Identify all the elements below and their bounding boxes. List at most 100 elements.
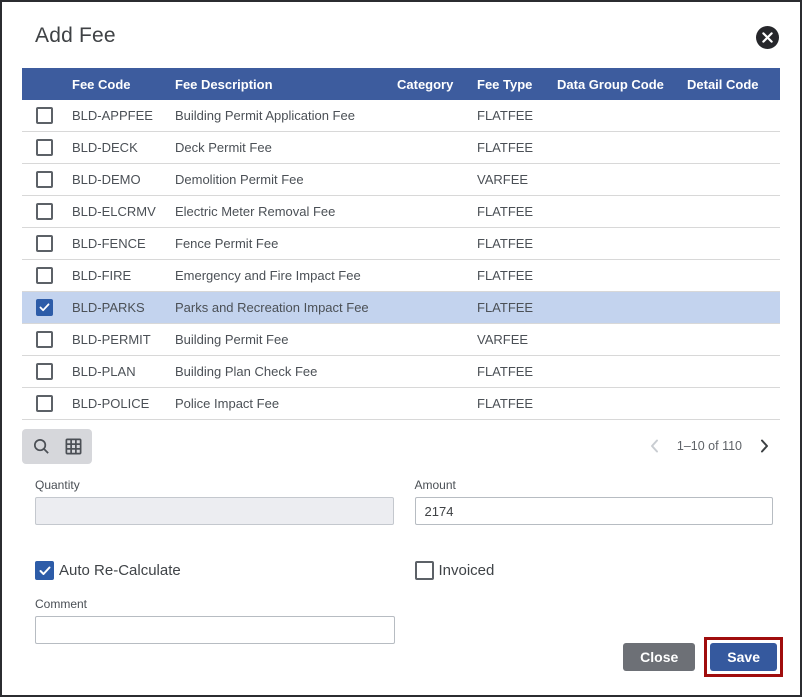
dialog-title: Add Fee — [35, 24, 780, 48]
row-checkbox-cell — [22, 107, 72, 124]
fee-description-cell: Parks and Recreation Impact Fee — [175, 300, 397, 315]
row-checkbox-cell — [22, 235, 72, 252]
row-checkbox[interactable] — [36, 107, 53, 124]
row-checkbox[interactable] — [36, 267, 53, 284]
fee-description-cell: Building Permit Fee — [175, 332, 397, 347]
fee-type-cell: FLATFEE — [477, 364, 557, 379]
fee-code-cell: BLD-PERMIT — [72, 332, 175, 347]
search-icon[interactable] — [32, 437, 51, 456]
checkbox-row: Auto Re-Calculate Invoiced — [35, 561, 773, 580]
table-row[interactable]: BLD-PERMIT Building Permit Fee VARFEE — [22, 324, 780, 356]
table-body: BLD-APPFEE Building Permit Application F… — [22, 100, 780, 420]
comment-label: Comment — [35, 597, 395, 611]
fee-code-cell: BLD-DECK — [72, 140, 175, 155]
fee-code-cell: BLD-FIRE — [72, 268, 175, 283]
form-fields: Quantity Amount — [35, 478, 773, 525]
table-row[interactable]: BLD-PARKS Parks and Recreation Impact Fe… — [22, 292, 780, 324]
header-fee-description: Fee Description — [175, 77, 397, 92]
checkmark-icon — [39, 566, 51, 576]
table-row[interactable]: BLD-DEMO Demolition Permit Fee VARFEE — [22, 164, 780, 196]
header-detail-code: Detail Code — [687, 77, 780, 92]
row-checkbox[interactable] — [36, 395, 53, 412]
table-row[interactable]: BLD-DECK Deck Permit Fee FLATFEE — [22, 132, 780, 164]
quantity-input[interactable] — [35, 497, 394, 525]
row-checkbox-cell — [22, 331, 72, 348]
row-checkbox-cell — [22, 203, 72, 220]
fee-table: Fee Code Fee Description Category Fee Ty… — [22, 68, 780, 420]
quantity-label: Quantity — [35, 478, 394, 492]
fee-type-cell: FLATFEE — [477, 236, 557, 251]
row-checkbox-cell — [22, 139, 72, 156]
row-checkbox[interactable] — [36, 171, 53, 188]
fee-code-cell: BLD-POLICE — [72, 396, 175, 411]
fee-table-header: Fee Code Fee Description Category Fee Ty… — [22, 68, 780, 100]
close-button[interactable]: Close — [623, 643, 695, 671]
row-checkbox-cell — [22, 267, 72, 284]
auto-recalculate-field[interactable]: Auto Re-Calculate — [35, 561, 394, 580]
pagination-label: 1–10 of 110 — [677, 439, 742, 453]
checkmark-icon — [39, 303, 50, 312]
row-checkbox[interactable] — [36, 235, 53, 252]
table-row[interactable]: BLD-ELCRMV Electric Meter Removal Fee FL… — [22, 196, 780, 228]
row-checkbox[interactable] — [36, 139, 53, 156]
fee-description-cell: Electric Meter Removal Fee — [175, 204, 397, 219]
pagination: 1–10 of 110 — [647, 438, 772, 454]
row-checkbox[interactable] — [36, 203, 53, 220]
amount-input[interactable] — [415, 497, 774, 525]
table-row[interactable]: BLD-PLAN Building Plan Check Fee FLATFEE — [22, 356, 780, 388]
amount-field-group: Amount — [415, 478, 774, 525]
table-row[interactable]: BLD-FIRE Emergency and Fire Impact Fee F… — [22, 260, 780, 292]
row-checkbox[interactable] — [36, 331, 53, 348]
fee-description-cell: Demolition Permit Fee — [175, 172, 397, 187]
fee-type-cell: VARFEE — [477, 172, 557, 187]
grid-view-icon[interactable] — [64, 437, 83, 456]
row-checkbox-cell — [22, 171, 72, 188]
row-checkbox[interactable] — [36, 363, 53, 380]
table-footer: 1–10 of 110 — [22, 428, 780, 464]
fee-type-cell: FLATFEE — [477, 300, 557, 315]
close-icon[interactable] — [756, 26, 779, 49]
save-button[interactable]: Save — [710, 643, 777, 671]
quantity-field-group: Quantity — [35, 478, 394, 525]
fee-code-cell: BLD-DEMO — [72, 172, 175, 187]
row-checkbox[interactable] — [36, 299, 53, 316]
fee-description-cell: Police Impact Fee — [175, 396, 397, 411]
fee-description-cell: Building Permit Application Fee — [175, 108, 397, 123]
fee-description-cell: Emergency and Fire Impact Fee — [175, 268, 397, 283]
fee-type-cell: VARFEE — [477, 332, 557, 347]
fee-code-cell: BLD-FENCE — [72, 236, 175, 251]
pagination-next-icon[interactable] — [756, 438, 772, 454]
fee-type-cell: FLATFEE — [477, 268, 557, 283]
fee-type-cell: FLATFEE — [477, 396, 557, 411]
comment-field-group: Comment — [35, 597, 395, 644]
table-row[interactable]: BLD-APPFEE Building Permit Application F… — [22, 100, 780, 132]
fee-type-cell: FLATFEE — [477, 140, 557, 155]
comment-input[interactable] — [35, 616, 395, 644]
row-checkbox-cell — [22, 363, 72, 380]
fee-description-cell: Deck Permit Fee — [175, 140, 397, 155]
header-data-group-code: Data Group Code — [557, 77, 687, 92]
fee-description-cell: Fence Permit Fee — [175, 236, 397, 251]
row-checkbox-cell — [22, 395, 72, 412]
pagination-prev-icon[interactable] — [647, 438, 663, 454]
save-button-highlight: Save — [704, 637, 783, 677]
header-category: Category — [397, 77, 477, 92]
dialog-header: Add Fee — [2, 2, 800, 48]
table-toolbar — [22, 429, 92, 464]
table-row[interactable]: BLD-POLICE Police Impact Fee FLATFEE — [22, 388, 780, 420]
row-checkbox-cell — [22, 299, 72, 316]
auto-recalculate-label: Auto Re-Calculate — [59, 562, 181, 579]
header-fee-code: Fee Code — [72, 77, 175, 92]
amount-label: Amount — [415, 478, 774, 492]
dialog-footer: Close Save — [623, 637, 783, 677]
fee-code-cell: BLD-PLAN — [72, 364, 175, 379]
invoiced-checkbox[interactable] — [415, 561, 434, 580]
fee-type-cell: FLATFEE — [477, 204, 557, 219]
header-fee-type: Fee Type — [477, 77, 557, 92]
table-row[interactable]: BLD-FENCE Fence Permit Fee FLATFEE — [22, 228, 780, 260]
invoiced-field[interactable]: Invoiced — [415, 561, 774, 580]
fee-description-cell: Building Plan Check Fee — [175, 364, 397, 379]
auto-recalculate-checkbox[interactable] — [35, 561, 54, 580]
fee-type-cell: FLATFEE — [477, 108, 557, 123]
fee-code-cell: BLD-APPFEE — [72, 108, 175, 123]
